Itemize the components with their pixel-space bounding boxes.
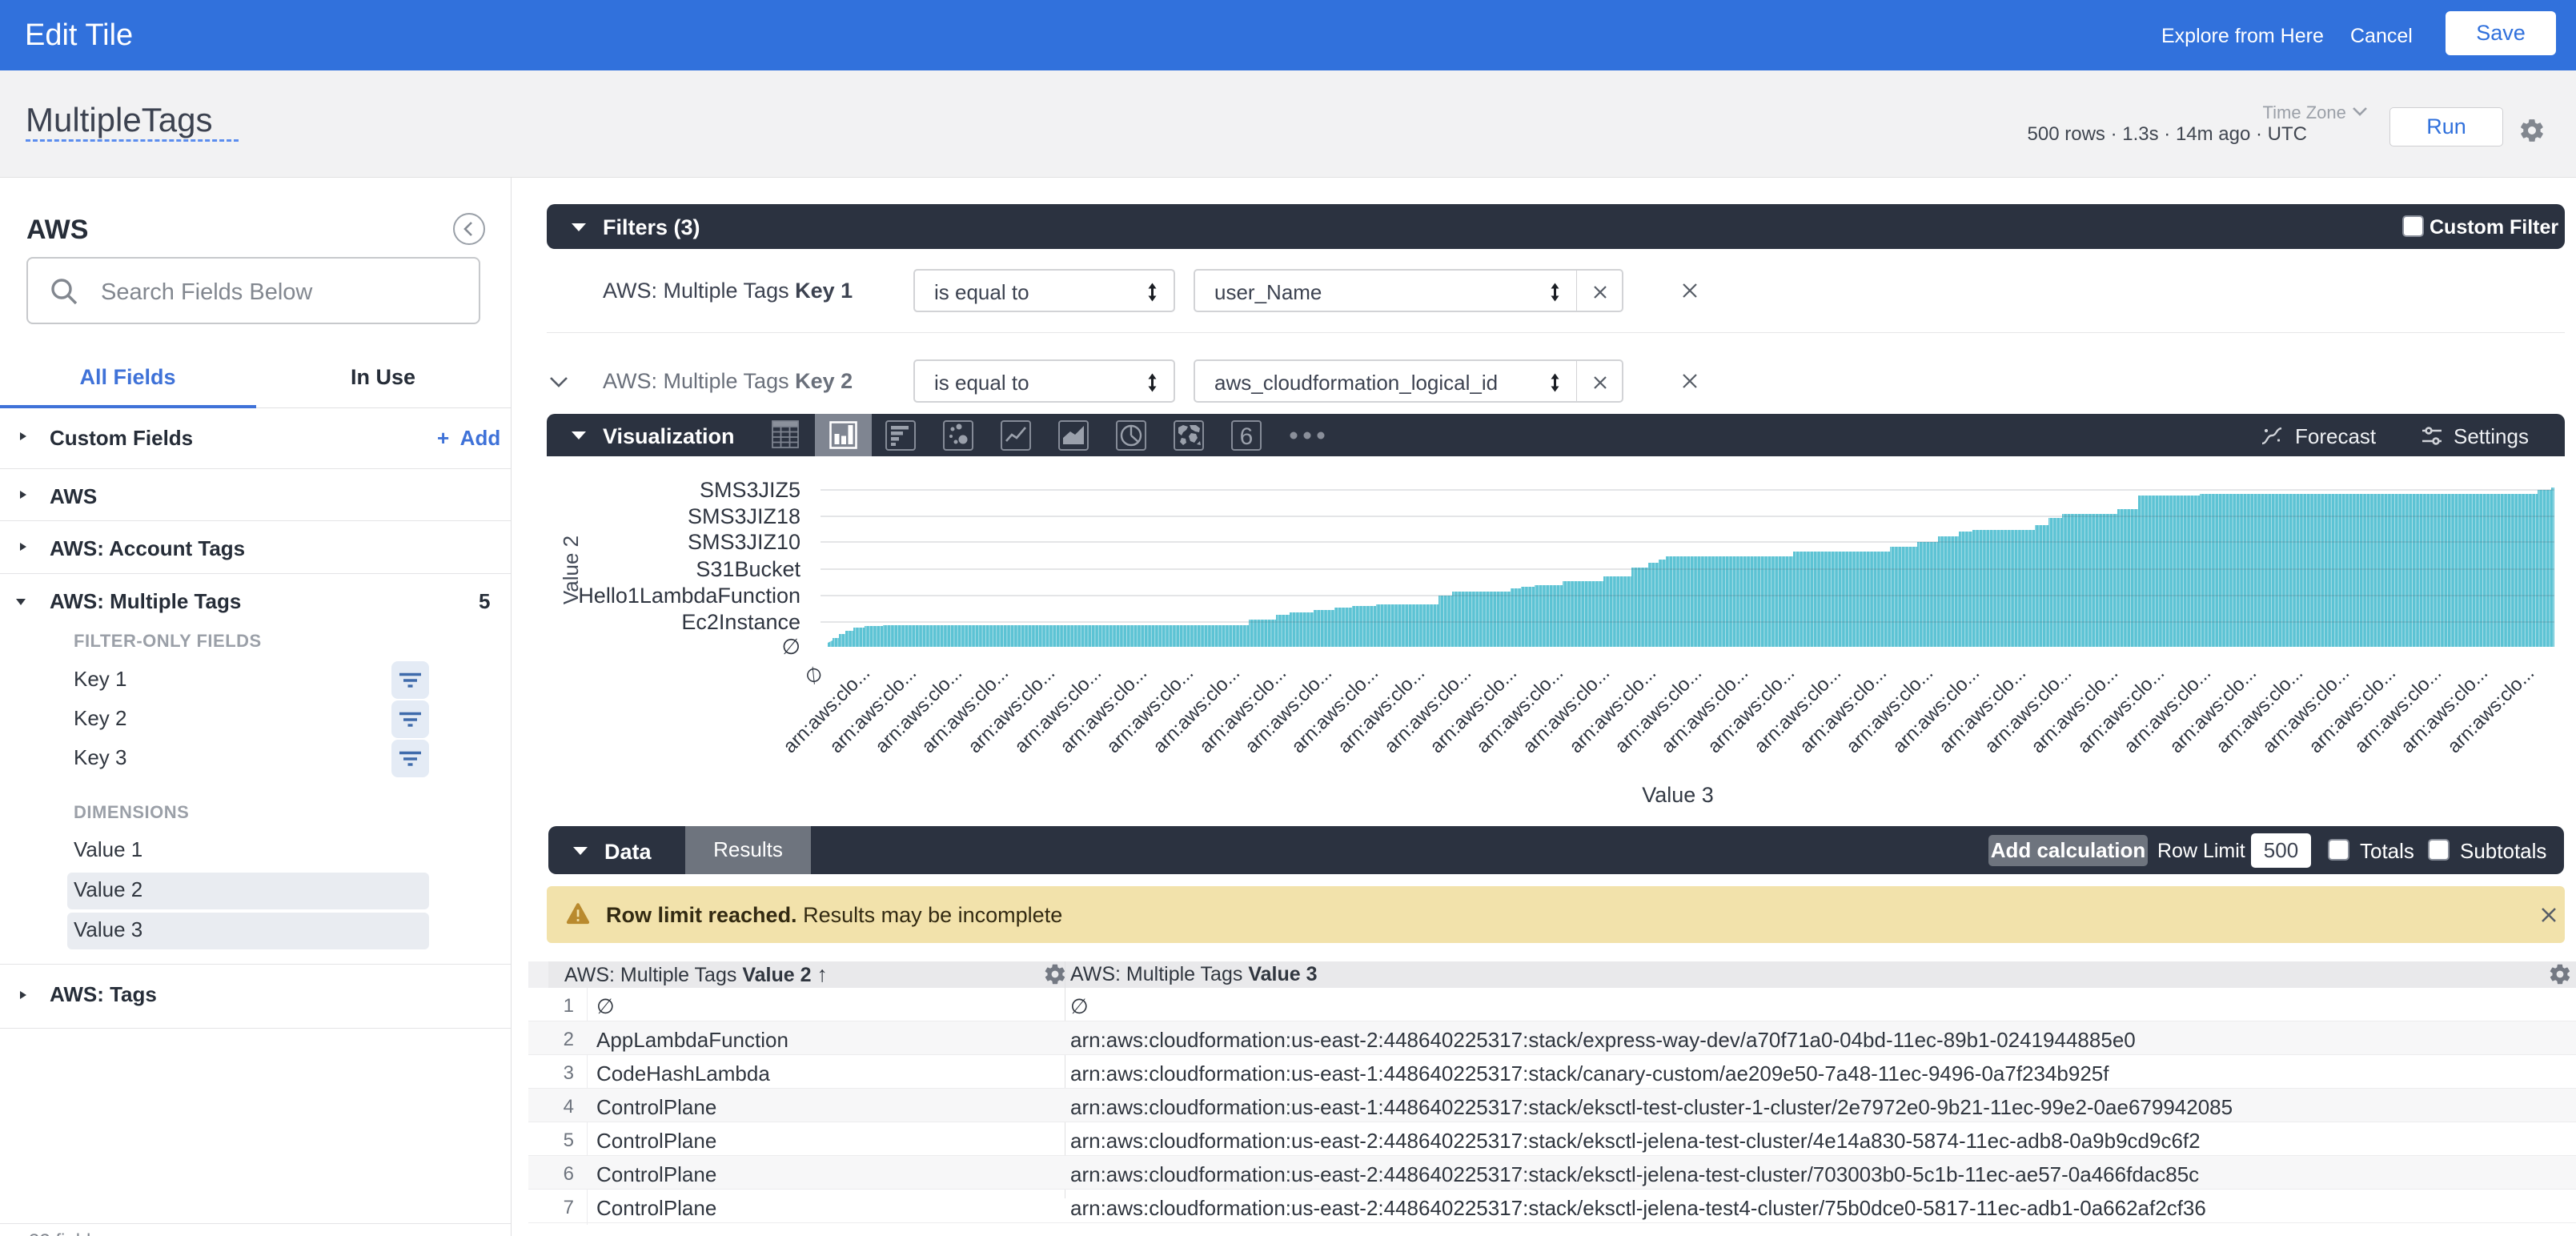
svg-text:SMS3JIZ5: SMS3JIZ5 bbox=[700, 478, 800, 502]
svg-text:∅: ∅ bbox=[781, 635, 800, 659]
svg-text:Value 2: Value 2 bbox=[559, 536, 583, 604]
svg-text:Hello1LambdaFunction: Hello1LambdaFunction bbox=[578, 584, 800, 608]
svg-text:Ec2Instance: Ec2Instance bbox=[681, 610, 800, 634]
svg-text:∅: ∅ bbox=[800, 662, 828, 689]
svg-text:S31Bucket: S31Bucket bbox=[696, 557, 800, 581]
svg-text:SMS3JIZ10: SMS3JIZ10 bbox=[688, 530, 800, 554]
svg-text:SMS3JIZ18: SMS3JIZ18 bbox=[688, 504, 800, 528]
svg-text:Value 3: Value 3 bbox=[1642, 783, 1714, 807]
